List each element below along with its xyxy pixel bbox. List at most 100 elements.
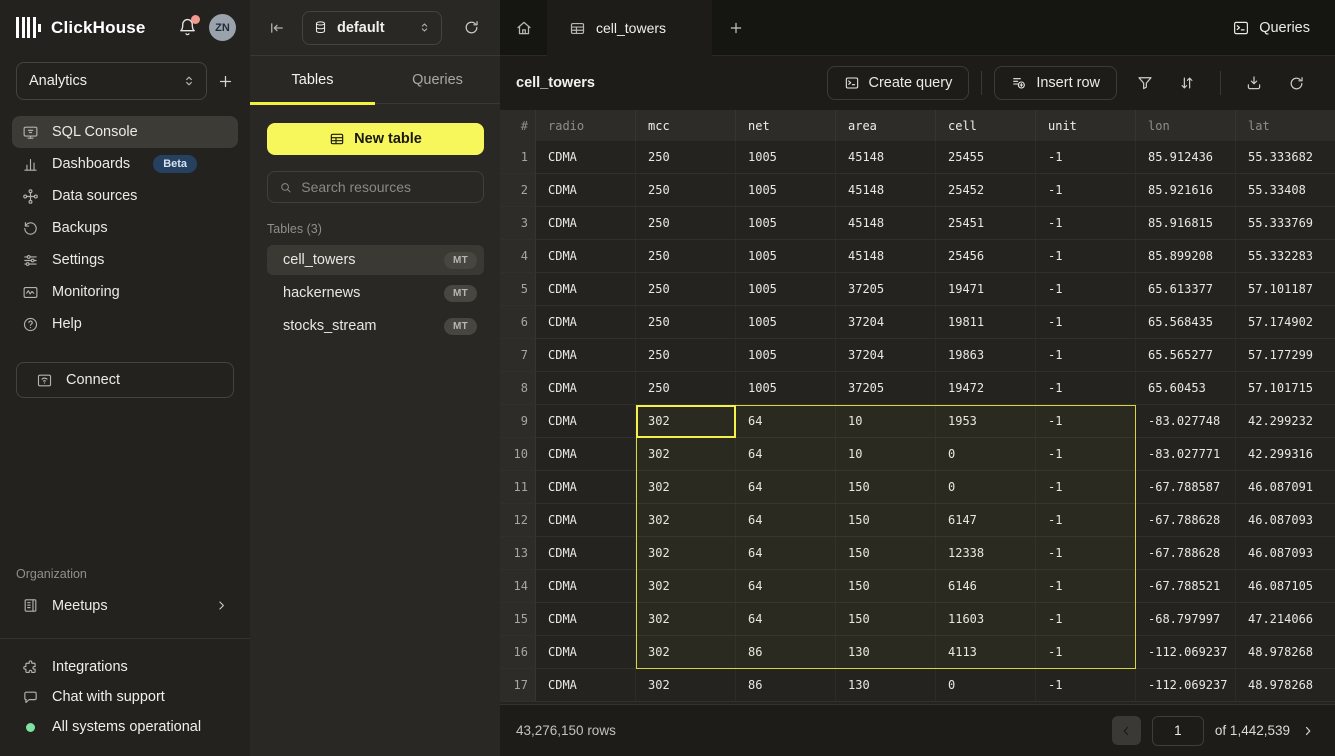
notifications-button[interactable] [178,18,197,37]
cell-net[interactable]: 86 [736,669,836,701]
add-workspace-button[interactable] [217,73,234,90]
cell-mcc[interactable]: 302 [636,504,736,536]
cell-radio[interactable]: CDMA [536,306,636,338]
cell-area[interactable]: 150 [836,471,936,503]
cell-cell[interactable]: 19472 [936,372,1036,404]
column-header-lon[interactable]: lon [1136,110,1236,141]
cell-net[interactable]: 1005 [736,273,836,305]
cell-cell[interactable]: 1953 [936,405,1036,437]
cell-area[interactable]: 45148 [836,141,936,173]
cell-lat[interactable]: 55.33408 [1236,174,1335,206]
row-number[interactable]: 14 [500,570,536,602]
cell-lat[interactable]: 46.087093 [1236,504,1335,536]
prev-page-button[interactable] [1112,716,1141,745]
cell-mcc[interactable]: 250 [636,339,736,371]
sidebar-item-monitoring[interactable]: Monitoring [12,276,238,308]
cell-unit[interactable]: -1 [1036,174,1136,206]
sort-button[interactable] [1171,67,1203,99]
insert-row-button[interactable]: Insert row [994,66,1117,100]
cell-area[interactable]: 150 [836,537,936,569]
cell-cell[interactable]: 4113 [936,636,1036,668]
cell-radio[interactable]: CDMA [536,636,636,668]
cell-radio[interactable]: CDMA [536,207,636,239]
cell-area[interactable]: 130 [836,669,936,701]
cell-radio[interactable]: CDMA [536,603,636,635]
cell-lon[interactable]: -67.788628 [1136,537,1236,569]
cell-area[interactable]: 45148 [836,207,936,239]
row-number[interactable]: 4 [500,240,536,272]
cell-radio[interactable]: CDMA [536,471,636,503]
cell-lon[interactable]: -83.027748 [1136,405,1236,437]
cell-radio[interactable]: CDMA [536,669,636,701]
cell-mcc[interactable]: 250 [636,372,736,404]
cell-mcc[interactable]: 302 [636,669,736,701]
cell-unit[interactable]: -1 [1036,636,1136,668]
cell-net[interactable]: 64 [736,438,836,470]
cell-lon[interactable]: -67.788628 [1136,504,1236,536]
cell-area[interactable]: 37205 [836,273,936,305]
cell-radio[interactable]: CDMA [536,273,636,305]
collapse-panel-button[interactable] [268,19,286,37]
search-input[interactable] [301,179,472,195]
cell-radio[interactable]: CDMA [536,339,636,371]
cell-net[interactable]: 64 [736,537,836,569]
cell-net[interactable]: 64 [736,570,836,602]
column-header-unit[interactable]: unit [1036,110,1136,141]
cell-mcc[interactable]: 250 [636,240,736,272]
cell-mcc[interactable]: 302 [636,636,736,668]
cell-cell[interactable]: 0 [936,438,1036,470]
cell-lon[interactable]: 85.912436 [1136,141,1236,173]
cell-net[interactable]: 64 [736,405,836,437]
cell-unit[interactable]: -1 [1036,537,1136,569]
cell-lon[interactable]: -112.069237 [1136,669,1236,701]
cell-radio[interactable]: CDMA [536,240,636,272]
cell-lon[interactable]: -67.788587 [1136,471,1236,503]
table-list-item-hackernews[interactable]: hackernews MT [267,278,484,308]
cell-lon[interactable]: -68.797997 [1136,603,1236,635]
sidebar-item-chat-support[interactable]: Chat with support [0,682,250,712]
cell-lat[interactable]: 42.299316 [1236,438,1335,470]
sidebar-item-dashboards[interactable]: Dashboards Beta [12,148,238,180]
queries-button[interactable]: Queries [1232,19,1310,37]
row-number[interactable]: 11 [500,471,536,503]
cell-mcc[interactable]: 302 [636,603,736,635]
cell-area[interactable]: 37204 [836,339,936,371]
cell-net[interactable]: 86 [736,636,836,668]
cell-area[interactable]: 150 [836,504,936,536]
cell-cell[interactable]: 0 [936,471,1036,503]
cell-lat[interactable]: 46.087105 [1236,570,1335,602]
cell-unit[interactable]: -1 [1036,570,1136,602]
column-header-area[interactable]: area [836,110,936,141]
row-number[interactable]: 10 [500,438,536,470]
cell-cell[interactable]: 25456 [936,240,1036,272]
cell-cell[interactable]: 19811 [936,306,1036,338]
database-select[interactable]: default [302,11,442,45]
cell-lat[interactable]: 47.214066 [1236,603,1335,635]
cell-lat[interactable]: 55.332283 [1236,240,1335,272]
row-number[interactable]: 3 [500,207,536,239]
cell-radio[interactable]: CDMA [536,141,636,173]
cell-lat[interactable]: 55.333682 [1236,141,1335,173]
cell-area[interactable]: 10 [836,405,936,437]
page-input[interactable] [1152,716,1204,746]
cell-area[interactable]: 130 [836,636,936,668]
row-number[interactable]: 5 [500,273,536,305]
row-number[interactable]: 13 [500,537,536,569]
cell-cell[interactable]: 11603 [936,603,1036,635]
cell-lon[interactable]: 85.916815 [1136,207,1236,239]
cell-mcc[interactable]: 302 [636,405,736,437]
sidebar-item-settings[interactable]: Settings [12,244,238,276]
cell-net[interactable]: 64 [736,471,836,503]
cell-net[interactable]: 1005 [736,372,836,404]
cell-cell[interactable]: 6147 [936,504,1036,536]
cell-cell[interactable]: 6146 [936,570,1036,602]
cell-net[interactable]: 1005 [736,174,836,206]
cell-lon[interactable]: -67.788521 [1136,570,1236,602]
cell-lat[interactable]: 42.299232 [1236,405,1335,437]
cell-area[interactable]: 37204 [836,306,936,338]
cell-area[interactable]: 37205 [836,372,936,404]
create-query-button[interactable]: Create query [827,66,970,100]
cell-net[interactable]: 64 [736,504,836,536]
sidebar-item-sql-console[interactable]: SQL Console [12,116,238,148]
cell-lat[interactable]: 48.978268 [1236,669,1335,701]
